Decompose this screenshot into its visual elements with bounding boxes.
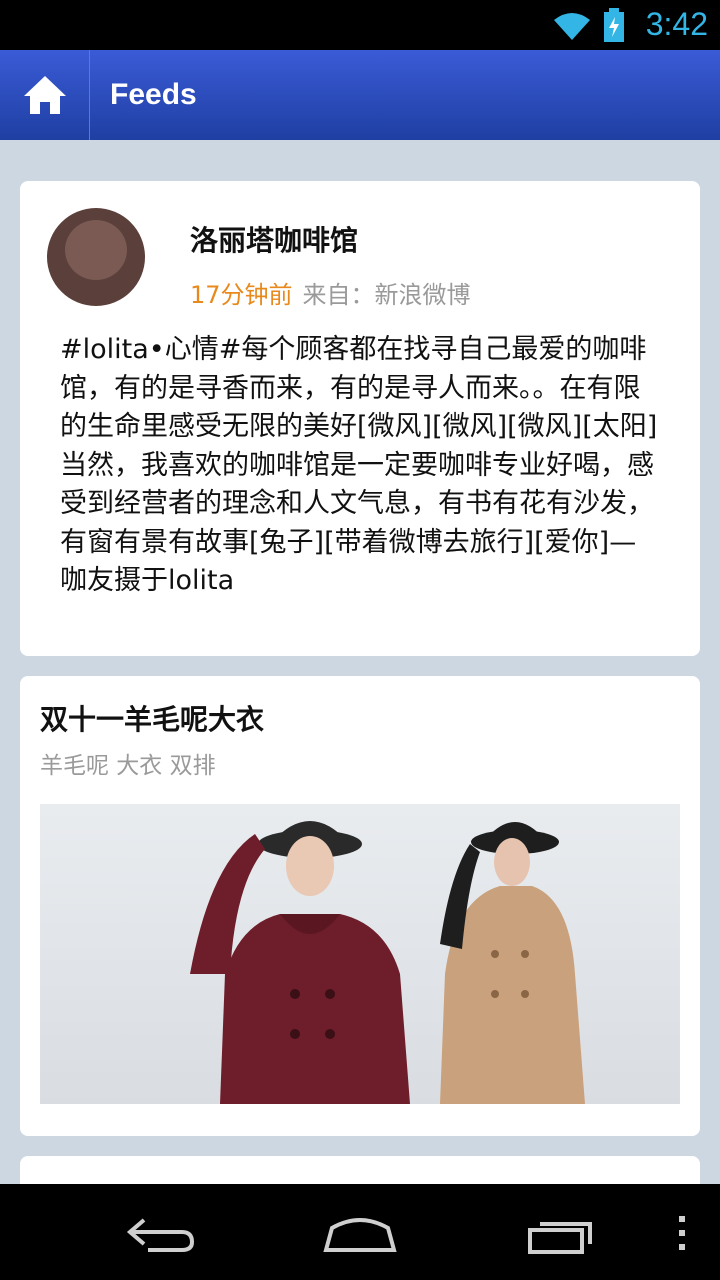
post-source: 来自：新浪微博 <box>302 281 471 309</box>
avatar-logo-image <box>65 220 127 280</box>
battery-icon <box>604 8 624 42</box>
feed-card-product[interactable]: 双十一羊毛呢大衣 羊毛呢 大衣 双排 <box>20 676 700 1136</box>
product-tags: 羊毛呢 大衣 双排 <box>40 753 216 779</box>
back-icon[interactable] <box>124 1214 196 1254</box>
status-bar: 3:42 <box>0 0 720 50</box>
clock: 3:42 <box>645 6 708 42</box>
menu-icon[interactable] <box>676 1214 688 1254</box>
wifi-icon <box>554 13 590 40</box>
coat-models-illustration <box>190 821 585 1104</box>
post-time: 17分钟前 <box>190 281 293 309</box>
action-bar-divider <box>89 50 90 140</box>
author-name[interactable]: 洛丽塔咖啡馆 <box>190 219 358 259</box>
home-button[interactable] <box>0 50 90 140</box>
avatar[interactable] <box>47 208 145 306</box>
system-nav-bar <box>0 1184 720 1280</box>
home-nav-icon[interactable] <box>322 1214 398 1254</box>
product-image[interactable] <box>40 804 680 1104</box>
recent-apps-icon[interactable] <box>526 1214 596 1254</box>
product-title: 双十一羊毛呢大衣 <box>40 703 265 736</box>
post-text: #lolita•心情#每个顾客都在找寻自己最爱的咖啡馆，有的是寻香而来，有的是寻… <box>60 334 658 596</box>
feed-card-post[interactable]: 洛丽塔咖啡馆 17分钟前 来自：新浪微博 #lolita•心情#每个顾客都在找寻自… <box>20 181 700 656</box>
page-title: Feeds <box>110 78 197 111</box>
action-bar: Feeds <box>0 50 720 140</box>
post-meta: 17分钟前 来自：新浪微博 <box>190 275 471 310</box>
home-icon <box>24 76 66 114</box>
